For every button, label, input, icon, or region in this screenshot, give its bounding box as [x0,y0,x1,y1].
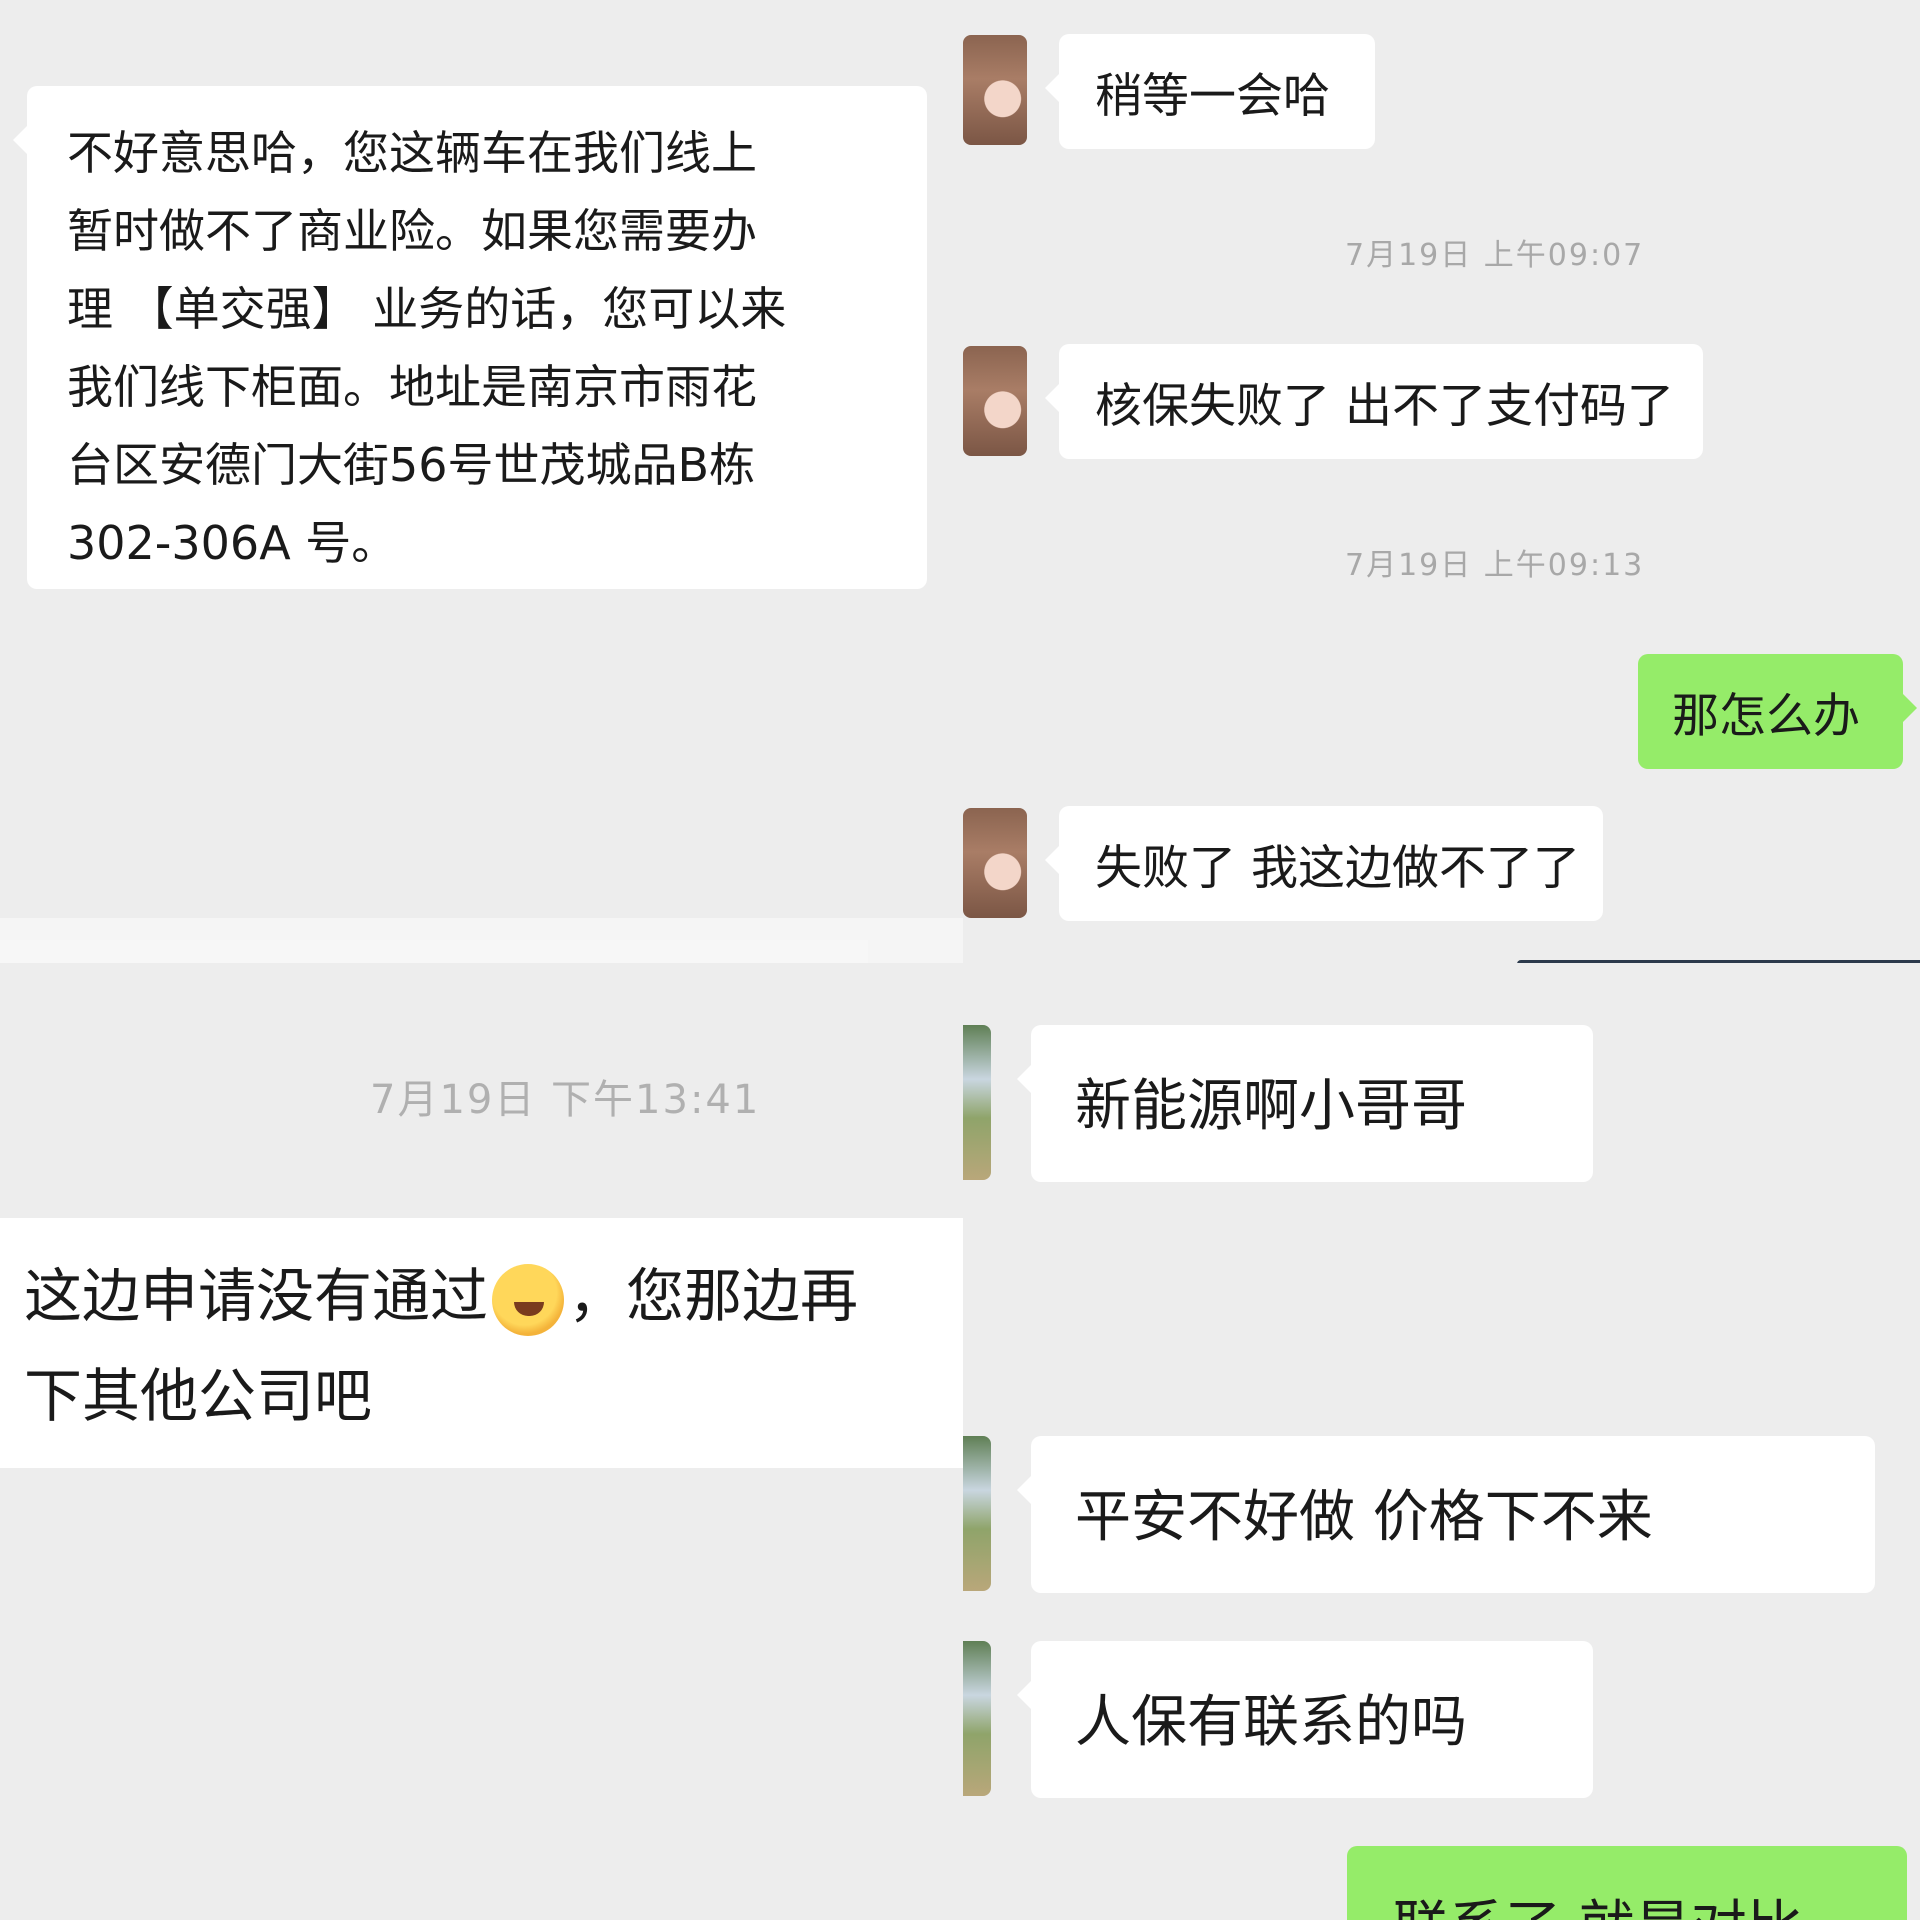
message-bubble-rejection[interactable]: 这边申请没有通过 ，您那边再 下其他公司吧 [0,1218,963,1468]
crying-laughing-emoji-icon [492,1263,565,1336]
timestamp: 7月19日 上午09:13 [1345,548,1645,583]
message-bubble[interactable]: 稍等一会哈 [1045,34,1375,149]
message-line: 理 【单交强】 业务的话，您可以来 [67,282,787,336]
message-text: ，您那边再 [568,1262,859,1330]
message-text: 联系了 就是对比 [1393,1895,1803,1920]
chat-panel-top-left: 不好意思哈，您这辆车在我们线上 暂时做不了商业险。如果您需要办 理 【单交强】 … [0,0,963,918]
timestamp: 7月19日 上午09:07 [1345,238,1645,273]
message-bubble[interactable]: 人保有联系的吗 [1017,1641,1593,1798]
contact-avatar[interactable] [963,346,1027,456]
message-text: 失败了 我这边做不了了 [1095,841,1580,896]
contact-avatar[interactable] [963,1436,991,1591]
contact-avatar[interactable] [963,35,1027,145]
message-text: 平安不好做 价格下不来 [1075,1485,1653,1550]
timestamp: 7月19日 下午13:41 [370,1077,761,1123]
message-bubble-address[interactable]: 不好意思哈，您这辆车在我们线上 暂时做不了商业险。如果您需要办 理 【单交强】 … [13,86,927,589]
contact-avatar[interactable] [963,1641,991,1796]
chat-panel-top-right: 稍等一会哈 7月19日 上午09:07 核保失败了 出不了支付码了 7月19日 … [963,0,1920,963]
message-text: 那怎么办 [1672,689,1860,744]
message-bubble[interactable]: 核保失败了 出不了支付码了 [1045,344,1703,459]
partial-bubble-edge [0,940,868,963]
message-bubble[interactable]: 失败了 我这边做不了了 [1045,806,1603,921]
message-text: 稍等一会哈 [1095,69,1330,124]
message-line: 302-306A 号。 [67,516,398,570]
message-text: 不好意思哈，您这辆车在我们线上 暂时做不了商业险。如果您需要办 理 【单交强】 … [67,114,887,582]
message-line: 暂时做不了商业险。如果您需要办 [67,204,757,258]
message-text: 新能源啊小哥哥 [1075,1074,1467,1139]
message-line: 不好意思哈，您这辆车在我们线上 [67,126,757,180]
contact-avatar[interactable] [963,1025,991,1180]
message-bubble[interactable]: 新能源啊小哥哥 [1017,1025,1593,1182]
message-line: 我们线下柜面。地址是南京市雨花 [67,360,757,414]
chat-panel-bottom-left: 7月19日 下午13:41 这边申请没有通过 ，您那边再 下其他公司吧 [0,963,963,1920]
message-line: 下其他公司吧 [24,1362,373,1430]
message-text: 人保有联系的吗 [1075,1690,1467,1755]
message-text: 这边申请没有通过 [24,1262,489,1330]
chat-panel-bottom-right: 新能源啊小哥哥 平安不好做 价格下不来 人保有联系的吗 联系了 就是对比 [963,963,1920,1920]
message-line: 这边申请没有通过 ，您那边再 [24,1246,939,1346]
contact-avatar[interactable] [963,808,1027,918]
sent-message-bubble[interactable]: 那怎么办 [1638,654,1917,769]
message-text: 核保失败了 出不了支付码了 [1095,379,1674,434]
message-line: 台区安德门大街56号世茂城品B栋 [67,438,756,492]
message-bubble[interactable]: 平安不好做 价格下不来 [1017,1436,1875,1593]
sent-message-bubble-partial[interactable]: 联系了 就是对比 [1347,1846,1907,1920]
